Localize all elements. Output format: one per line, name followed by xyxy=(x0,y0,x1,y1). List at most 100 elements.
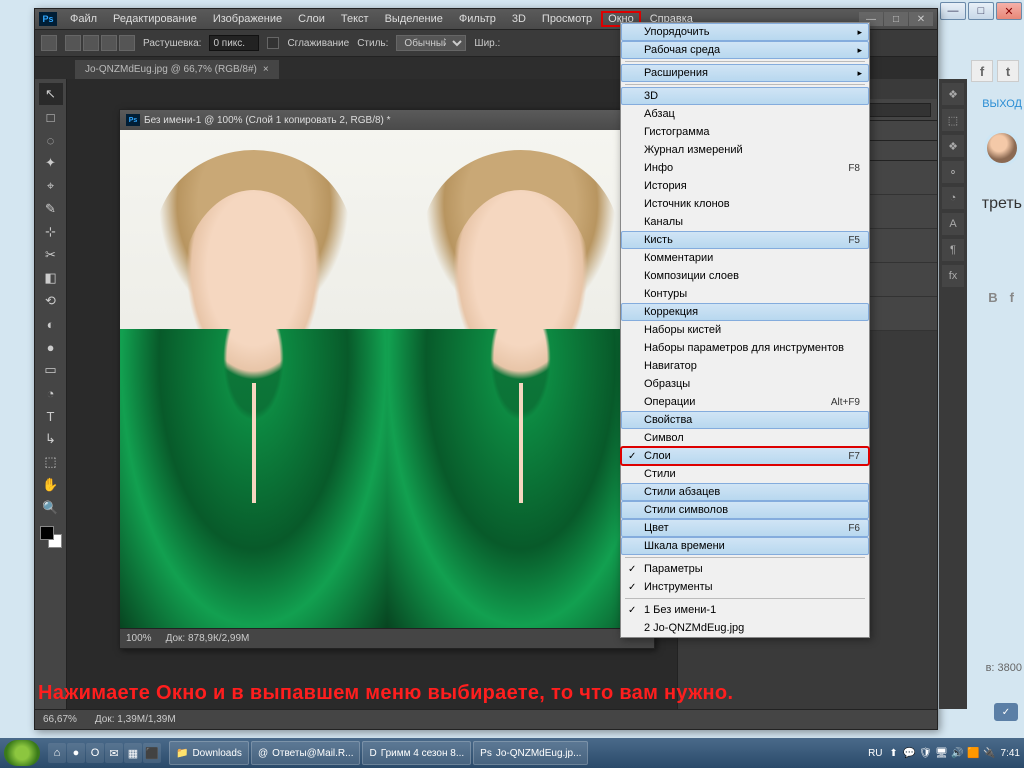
panel-icon[interactable]: ⬚ xyxy=(942,109,964,131)
taskbar-tasks[interactable]: 📁Downloads@Ответы@Mail.R...DГримм 4 сезо… xyxy=(169,741,588,765)
taskbar-task[interactable]: PsJo-QNZMdEug.jp... xyxy=(473,741,588,765)
maximize-icon[interactable]: □ xyxy=(968,2,994,20)
taskbar-task[interactable]: @Ответы@Mail.R... xyxy=(251,741,361,765)
panel-icon[interactable]: ❖ xyxy=(942,135,964,157)
menu-item[interactable]: Журнал измерений xyxy=(621,141,869,159)
tool-0[interactable]: ↖ xyxy=(39,83,63,105)
marquee-int-icon[interactable] xyxy=(119,35,135,51)
maximize-icon[interactable]: □ xyxy=(884,12,908,26)
tool-palette[interactable]: ↖□◌✦⌖✎⊹✂◧⟲◐●▭◔T↳⬚✋🔍 xyxy=(35,79,67,709)
menu-item[interactable]: Свойства xyxy=(621,411,869,429)
tool-5[interactable]: ✎ xyxy=(39,198,63,220)
feather-input[interactable] xyxy=(209,35,259,51)
menu-item[interactable]: 2 Jo-QNZMdEug.jpg xyxy=(621,619,869,637)
quick-launch-icon[interactable]: ⌂ xyxy=(48,743,66,763)
menu-item[interactable]: Стили символов xyxy=(621,501,869,519)
taskbar-task[interactable]: 📁Downloads xyxy=(169,741,249,765)
tool-11[interactable]: ● xyxy=(39,336,63,358)
tool-4[interactable]: ⌖ xyxy=(39,175,63,197)
menu-item[interactable]: ИнфоF8 xyxy=(621,159,869,177)
menu-item[interactable]: Рабочая среда xyxy=(621,41,869,59)
quick-launch[interactable]: ⌂●O✉▦⬛ xyxy=(48,743,161,763)
menu-выделение[interactable]: Выделение xyxy=(378,11,450,27)
panel-icon[interactable]: ⚬ xyxy=(942,161,964,183)
menu-item[interactable]: Контуры xyxy=(621,285,869,303)
menu-item[interactable]: Гистограмма xyxy=(621,123,869,141)
clock[interactable]: 7:41 xyxy=(1001,748,1020,759)
marquee-new-icon[interactable] xyxy=(65,35,81,51)
menu-item[interactable]: КистьF5 xyxy=(621,231,869,249)
marquee-sub-icon[interactable] xyxy=(101,35,117,51)
menu-просмотр[interactable]: Просмотр xyxy=(535,11,599,27)
tray-icon[interactable]: ⬆ xyxy=(887,746,901,760)
tool-15[interactable]: ↳ xyxy=(39,428,63,450)
start-button[interactable] xyxy=(4,740,40,766)
os-window-controls[interactable]: — □ ✕ xyxy=(940,2,1022,20)
taskbar-task[interactable]: DГримм 4 сезон 8... xyxy=(362,741,471,765)
tool-8[interactable]: ◧ xyxy=(39,267,63,289)
menu-item[interactable]: Шкала времени xyxy=(621,537,869,555)
tray-icon[interactable]: 🖥 xyxy=(935,746,949,760)
logout-link[interactable]: ВЫХОД xyxy=(982,98,1022,110)
zoom-level[interactable]: 100% xyxy=(126,633,152,644)
avatar[interactable] xyxy=(984,130,1020,166)
tool-14[interactable]: T xyxy=(39,405,63,427)
tray-icon[interactable]: 🔊 xyxy=(951,746,965,760)
tool-6[interactable]: ⊹ xyxy=(39,221,63,243)
menu-item[interactable]: Наборы кистей xyxy=(621,321,869,339)
quick-launch-icon[interactable]: O xyxy=(86,743,104,763)
close-icon[interactable]: ✕ xyxy=(909,12,933,26)
marquee-mode-group[interactable] xyxy=(65,35,135,51)
tool-18[interactable]: 🔍 xyxy=(39,497,63,519)
tray-icon[interactable]: 🛡 xyxy=(919,746,933,760)
menu-item[interactable]: Наборы параметров для инструментов xyxy=(621,339,869,357)
zoom-level[interactable]: 66,67% xyxy=(43,714,77,725)
tool-7[interactable]: ✂ xyxy=(39,244,63,266)
vk-share-button[interactable]: ✓ xyxy=(994,703,1018,721)
tool-10[interactable]: ◐ xyxy=(39,313,63,335)
menu-item[interactable]: История xyxy=(621,177,869,195)
menu-bar[interactable]: ФайлРедактированиеИзображениеСлоиТекстВы… xyxy=(63,11,700,27)
menu-слои[interactable]: Слои xyxy=(291,11,332,27)
menu-изображение[interactable]: Изображение xyxy=(206,11,289,27)
menu-item[interactable]: Навигатор xyxy=(621,357,869,375)
color-swatch[interactable] xyxy=(40,526,62,548)
tool-9[interactable]: ⟲ xyxy=(39,290,63,312)
tool-13[interactable]: ◔ xyxy=(39,382,63,404)
menu-item[interactable]: Абзац xyxy=(621,105,869,123)
document-window[interactable]: Ps Без имени-1 @ 100% (Слой 1 копировать… xyxy=(119,109,655,649)
tool-3[interactable]: ✦ xyxy=(39,152,63,174)
marquee-add-icon[interactable] xyxy=(83,35,99,51)
document-tab[interactable]: Jo-QNZMdEug.jpg @ 66,7% (RGB/8#) × xyxy=(75,60,279,79)
tray-icon[interactable]: 💬 xyxy=(903,746,917,760)
minimize-icon[interactable]: — xyxy=(940,2,966,20)
style-select[interactable]: Обычный xyxy=(396,35,466,51)
tab-close-icon[interactable]: × xyxy=(263,64,269,75)
menu-item[interactable]: Коррекция xyxy=(621,303,869,321)
quick-launch-icon[interactable]: ● xyxy=(67,743,85,763)
menu-item[interactable]: 3D xyxy=(621,87,869,105)
panel-icon[interactable]: ◔ xyxy=(942,187,964,209)
quick-launch-icon[interactable]: ▦ xyxy=(124,743,142,763)
panel-icon[interactable]: ¶ xyxy=(942,239,964,261)
tool-preset-icon[interactable] xyxy=(41,35,57,51)
menu-item[interactable]: Символ xyxy=(621,429,869,447)
menu-item[interactable]: Источник клонов xyxy=(621,195,869,213)
quick-launch-icon[interactable]: ⬛ xyxy=(143,743,161,763)
menu-item[interactable]: Комментарии xyxy=(621,249,869,267)
panel-icon[interactable]: ❖ xyxy=(942,83,964,105)
menu-item[interactable]: Инструменты xyxy=(621,578,869,596)
menu-item[interactable]: Стили xyxy=(621,465,869,483)
menu-item[interactable]: 1 Без имени-1 xyxy=(621,601,869,619)
menu-3d[interactable]: 3D xyxy=(505,11,533,27)
tool-17[interactable]: ✋ xyxy=(39,474,63,496)
system-tray[interactable]: RU ⬆💬🛡🖥🔊🟧🔌 7:41 xyxy=(868,746,1020,760)
language-indicator[interactable]: RU xyxy=(868,748,882,759)
close-icon[interactable]: ✕ xyxy=(996,2,1022,20)
panel-icon[interactable]: fx xyxy=(942,265,964,287)
menu-item[interactable]: Композиции слоев xyxy=(621,267,869,285)
panel-icon[interactable]: A xyxy=(942,213,964,235)
tool-2[interactable]: ◌ xyxy=(39,129,63,151)
twitter-icon[interactable]: t xyxy=(997,60,1019,82)
quick-launch-icon[interactable]: ✉ xyxy=(105,743,123,763)
